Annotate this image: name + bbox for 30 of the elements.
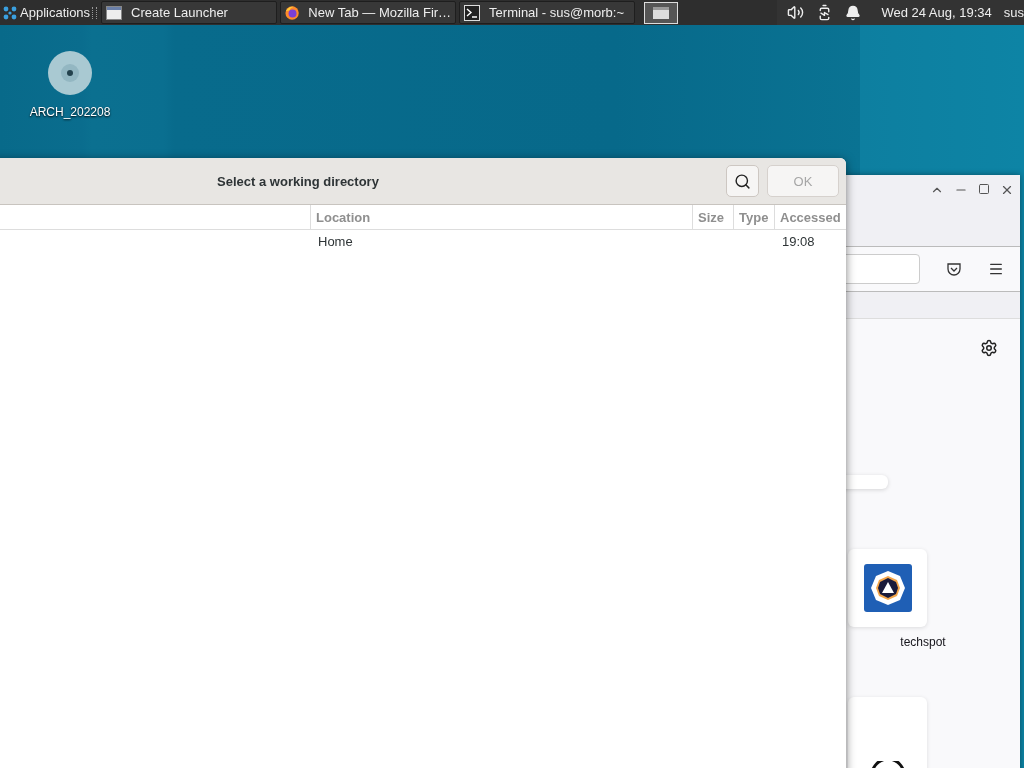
site-label: techspot	[899, 635, 947, 649]
table-cell-text: Home	[317, 232, 354, 251]
menu-icon[interactable]	[988, 261, 1004, 277]
taskbar-button[interactable]: Create Launcher	[101, 1, 278, 24]
table-cell-text: 19:08	[781, 232, 816, 251]
terminal-icon	[464, 4, 481, 21]
applications-menu[interactable]: Applications	[0, 0, 91, 25]
menu-logo-icon	[3, 5, 17, 20]
desktop-icon-label: ARCH_202208	[29, 105, 111, 119]
settings-icon[interactable]	[980, 339, 998, 357]
maximize-icon[interactable]	[978, 183, 990, 195]
window-icon	[106, 5, 123, 20]
volume-icon[interactable]	[787, 4, 805, 21]
disc-icon[interactable]	[48, 51, 92, 95]
dialog-title: Select a working directory	[217, 173, 379, 189]
window-icon	[653, 6, 670, 19]
taskbar-button[interactable]: New Tab — Mozilla Fir…	[280, 1, 457, 24]
browser-icon	[285, 4, 300, 21]
site-tile[interactable]	[848, 697, 927, 768]
search-button[interactable]	[726, 165, 759, 197]
pocket-icon[interactable]	[946, 261, 962, 277]
workspace-button[interactable]	[644, 1, 679, 24]
user-name[interactable]: sus	[1003, 5, 1024, 20]
site-tile[interactable]	[848, 549, 927, 627]
site-logo-icon	[863, 564, 912, 612]
notification-icon[interactable]	[845, 4, 862, 21]
clock[interactable]: Wed 24 Aug, 19:34	[881, 5, 992, 20]
close-icon[interactable]	[1000, 183, 1014, 197]
search-icon	[734, 172, 751, 190]
taskbar-button[interactable]: Terminal - sus@morb:~	[459, 1, 636, 24]
